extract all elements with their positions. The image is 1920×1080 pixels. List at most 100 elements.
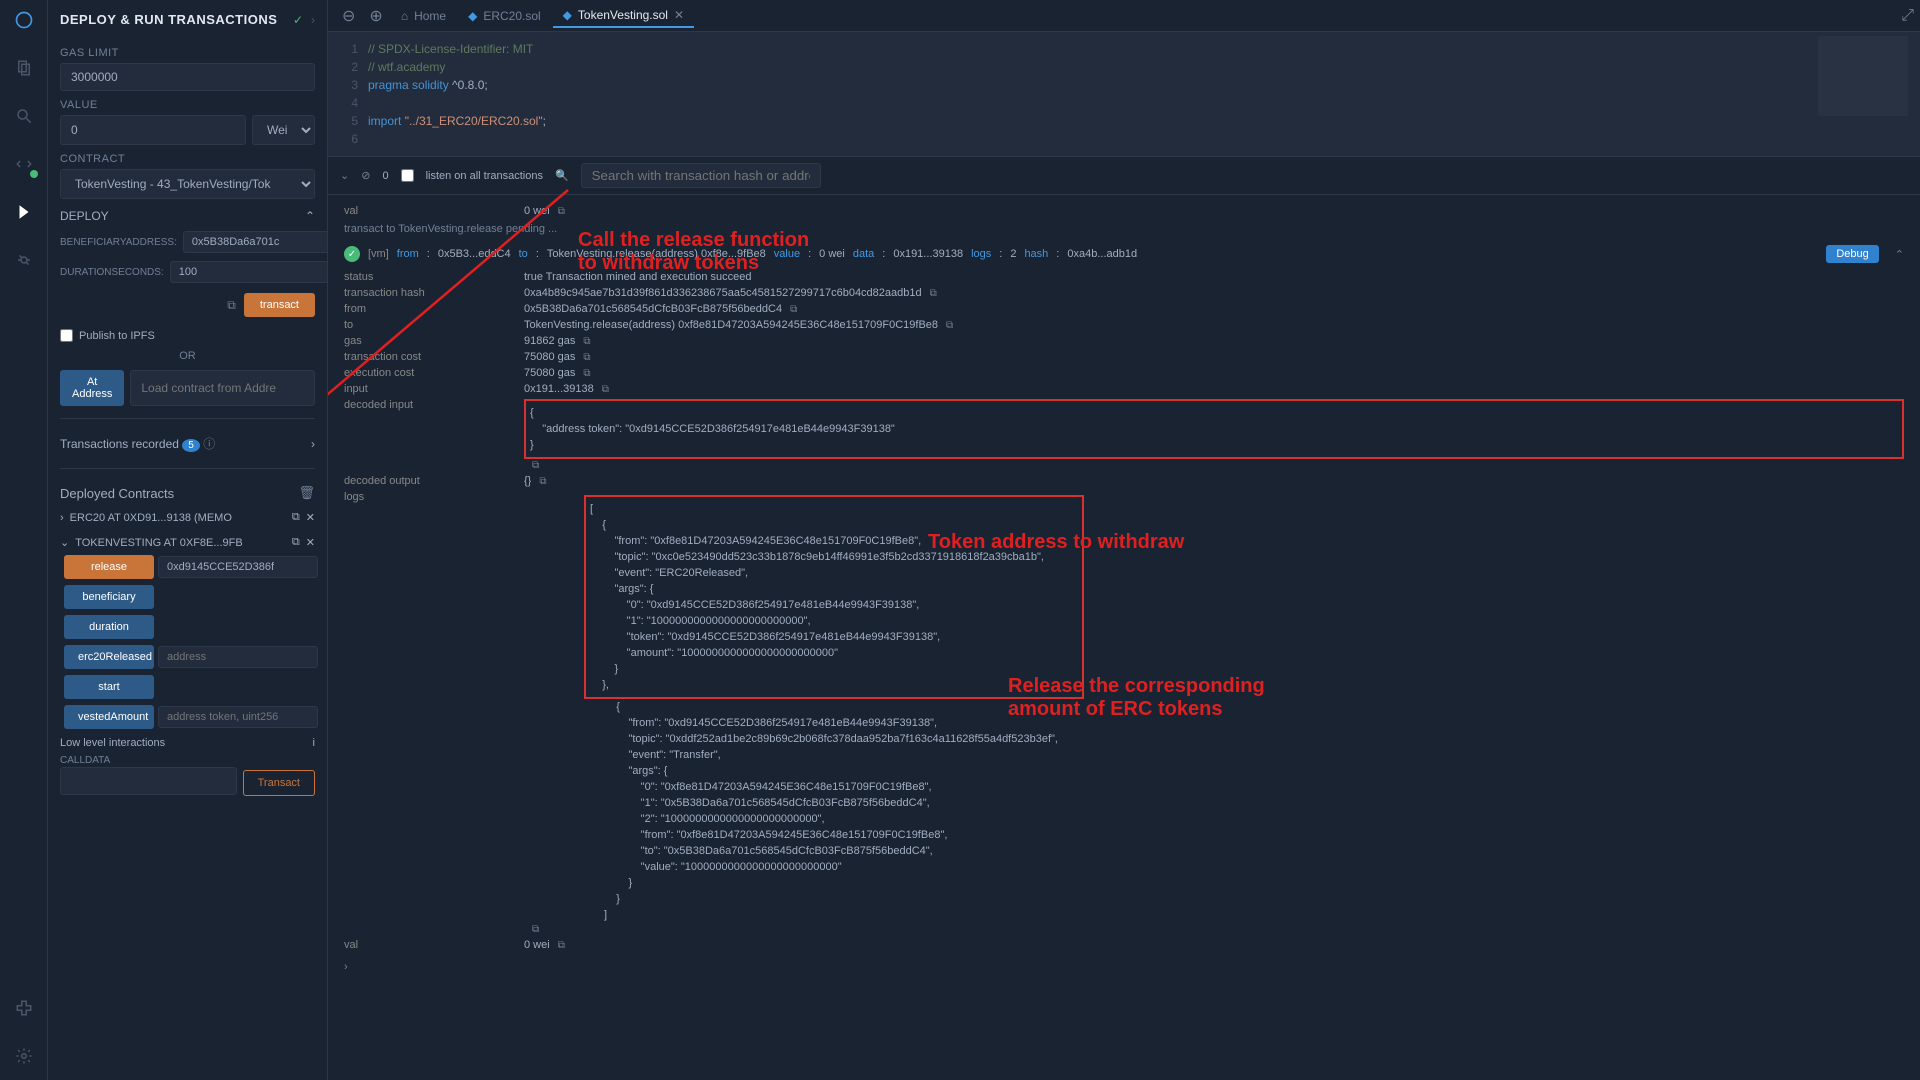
- line-gutter: 123456: [328, 40, 368, 148]
- listen-checkbox[interactable]: [401, 169, 414, 182]
- start-button[interactable]: start: [64, 675, 154, 699]
- publish-ipfs-checkbox[interactable]: [60, 329, 73, 342]
- beneficiary-input[interactable]: [183, 231, 328, 253]
- calldata-label: CALLDATA: [60, 755, 315, 766]
- tab-home[interactable]: ⌂Home: [391, 5, 456, 27]
- deploy-icon[interactable]: [12, 200, 36, 224]
- chevron-down-icon[interactable]: ⌄: [340, 169, 349, 182]
- close-icon[interactable]: ✕: [306, 511, 315, 524]
- copy-icon[interactable]: ⧉: [583, 368, 590, 379]
- chevron-right-icon: ›: [311, 437, 315, 451]
- files-icon[interactable]: [12, 56, 36, 80]
- listen-label: listen on all transactions: [426, 170, 543, 182]
- file-icon: ◆: [468, 9, 477, 23]
- check-icon: ✓: [293, 13, 303, 27]
- copy-icon[interactable]: ⧉: [532, 924, 539, 935]
- decoded-input-box: { "address token": "0xd9145CCE52D386f254…: [524, 399, 1904, 459]
- debug-button[interactable]: Debug: [1826, 245, 1878, 263]
- beneficiary-button[interactable]: beneficiary: [64, 585, 154, 609]
- copy-icon[interactable]: ⧉: [558, 940, 565, 951]
- copy-icon[interactable]: ⧉: [790, 304, 797, 315]
- zoom-in-icon[interactable]: ⊕: [363, 6, 388, 26]
- contract-row-vesting[interactable]: ⌄ TOKENVESTING AT 0XF8E...9FB ⧉ ✕: [60, 530, 315, 555]
- copy-icon[interactable]: ⧉: [583, 352, 590, 363]
- tab-vesting[interactable]: ◆TokenVesting.sol✕: [553, 4, 694, 28]
- pending-count: 0: [382, 170, 388, 182]
- vestedamount-input[interactable]: [158, 706, 318, 728]
- tx-count-badge: 5: [182, 439, 200, 452]
- contract-label: CONTRACT: [60, 153, 315, 165]
- minimap[interactable]: [1818, 36, 1908, 116]
- log-transfer: { "from": "0xd9145CCE52D386f254917e481eB…: [584, 699, 1904, 923]
- value-label: VALUE: [60, 99, 315, 111]
- settings-icon[interactable]: [12, 1044, 36, 1068]
- value-input[interactable]: [60, 115, 246, 145]
- copy-icon[interactable]: ⧉: [946, 320, 953, 331]
- erc20released-input[interactable]: [158, 646, 318, 668]
- chevron-up-icon: ⌃: [305, 209, 315, 223]
- chevron-right-icon: ›: [60, 512, 64, 524]
- debugger-icon[interactable]: [12, 248, 36, 272]
- deploy-toggle[interactable]: DEPLOY ⌃: [60, 209, 315, 223]
- copy-icon[interactable]: ⧉: [292, 511, 300, 524]
- tx-search-input[interactable]: [581, 163, 821, 188]
- pending-msg: transact to TokenVesting.release pending…: [344, 219, 1904, 239]
- main-area: ⊖ ⊕ ⌂Home ◆ERC20.sol ◆TokenVesting.sol✕ …: [328, 0, 1920, 1080]
- value-unit-select[interactable]: Wei: [252, 115, 315, 145]
- gas-limit-label: GAS LIMIT: [60, 47, 315, 59]
- transact-button[interactable]: transact: [244, 293, 315, 317]
- compiler-icon[interactable]: [12, 152, 36, 176]
- expand-icon[interactable]: ⤢: [1895, 7, 1920, 25]
- publish-ipfs-label: Publish to IPFS: [79, 330, 155, 342]
- copy-icon[interactable]: ⧉: [292, 536, 300, 549]
- home-icon: ⌂: [401, 9, 408, 23]
- log-erc20released-box: [ { "from": "0xf8e81D47203A594245E36C48e…: [584, 495, 1084, 699]
- info-icon: i: [313, 737, 315, 749]
- erc20released-button[interactable]: erc20Released: [64, 645, 154, 669]
- at-address-input[interactable]: [130, 370, 315, 406]
- calldata-input[interactable]: [60, 767, 237, 795]
- logo-icon[interactable]: [12, 8, 36, 32]
- copy-icon[interactable]: ⧉: [602, 384, 609, 395]
- transact-calldata-button[interactable]: Transact: [243, 770, 315, 796]
- search-icon[interactable]: 🔍: [555, 169, 569, 182]
- close-icon[interactable]: ✕: [674, 8, 684, 22]
- copy-icon[interactable]: ⧉: [930, 288, 937, 299]
- copy-icon[interactable]: ⧉: [539, 476, 546, 487]
- search-icon[interactable]: [12, 104, 36, 128]
- or-label: OR: [60, 350, 315, 362]
- copy-icon[interactable]: ⧉: [532, 460, 539, 471]
- chevron-down-icon: ⌄: [60, 536, 69, 549]
- deploy-sidebar: DEPLOY & RUN TRANSACTIONS ✓ › GAS LIMIT …: [48, 0, 328, 1080]
- file-icon: ◆: [563, 8, 572, 22]
- close-icon[interactable]: ✕: [306, 536, 315, 549]
- iconbar: [0, 0, 48, 1080]
- duration-input[interactable]: [170, 261, 328, 283]
- panel-title: DEPLOY & RUN TRANSACTIONS: [60, 12, 277, 27]
- release-input[interactable]: [158, 556, 318, 578]
- copy-icon[interactable]: ⧉: [227, 298, 236, 313]
- tx-recorded-toggle[interactable]: Transactions recorded 5 ⓘ ›: [60, 431, 315, 456]
- release-button[interactable]: release: [64, 555, 154, 579]
- console[interactable]: val0 wei⧉ transact to TokenVesting.relea…: [328, 195, 1920, 1080]
- info-icon: ⓘ: [203, 437, 215, 451]
- clear-icon[interactable]: ⊘: [361, 169, 370, 182]
- at-address-button[interactable]: At Address: [60, 370, 124, 406]
- gas-limit-input[interactable]: [60, 63, 315, 91]
- success-icon: ✓: [344, 246, 360, 262]
- chevron-up-icon[interactable]: ⌃: [1895, 248, 1904, 261]
- zoom-out-icon[interactable]: ⊖: [336, 6, 361, 26]
- copy-icon[interactable]: ⧉: [558, 206, 565, 217]
- tab-erc20[interactable]: ◆ERC20.sol: [458, 5, 551, 27]
- duration-button[interactable]: duration: [64, 615, 154, 639]
- chevron-right-icon[interactable]: ›: [311, 13, 315, 27]
- contract-select[interactable]: TokenVesting - 43_TokenVesting/Tok: [60, 169, 315, 199]
- tx-summary[interactable]: ✓ [vm] from: 0x5B3...eddC4 to: TokenVest…: [344, 239, 1904, 269]
- copy-icon[interactable]: ⧉: [583, 336, 590, 347]
- plugin-icon[interactable]: [12, 996, 36, 1020]
- chevron-right-icon[interactable]: ›: [344, 961, 1904, 973]
- contract-row-erc20[interactable]: › ERC20 AT 0XD91...9138 (MEMO ⧉ ✕: [60, 505, 315, 530]
- code-editor[interactable]: 123456 // SPDX-License-Identifier: MIT /…: [328, 32, 1920, 156]
- vestedamount-button[interactable]: vestedAmount: [64, 705, 154, 729]
- trash-icon[interactable]: 🗑: [298, 485, 315, 501]
